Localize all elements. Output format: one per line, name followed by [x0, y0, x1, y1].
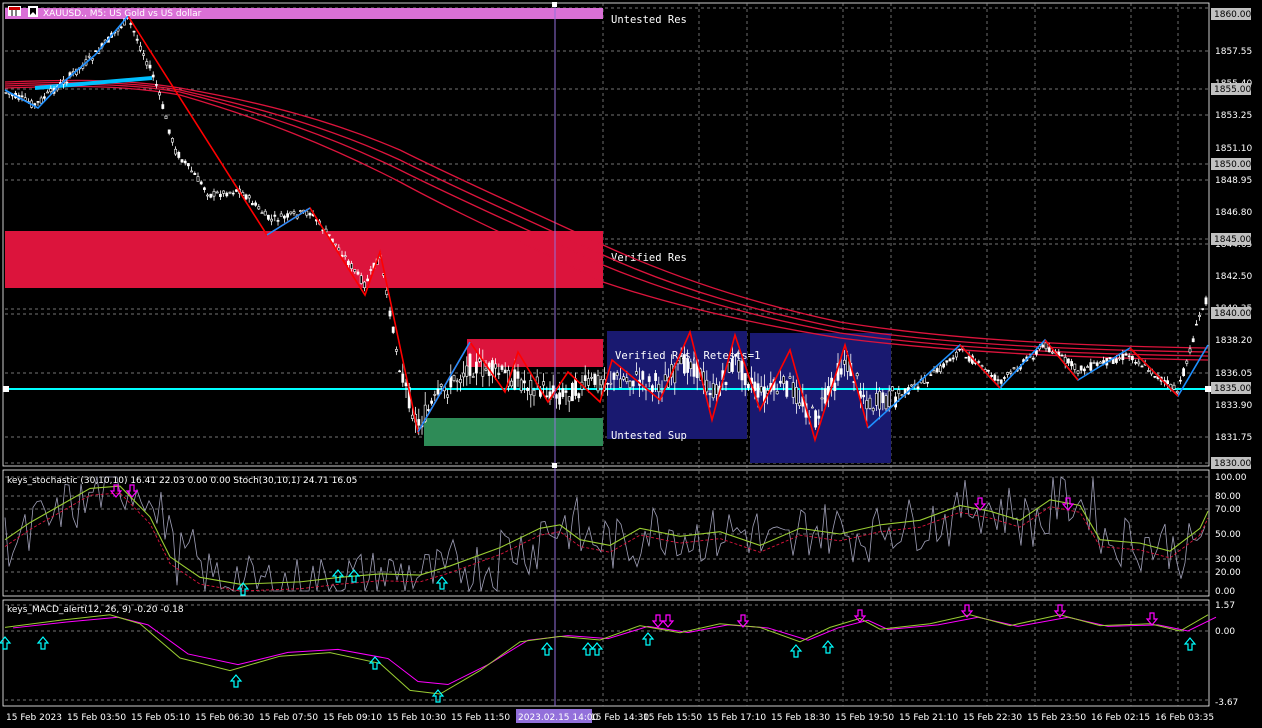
price-axis: 1857.551855.401853.251851.101848.951846.… — [1211, 8, 1252, 708]
buy-arrow-icon — [0, 636, 12, 650]
price-level-label: 1830.00 — [1214, 459, 1251, 469]
price-level-label: 1855.00 — [1214, 85, 1251, 95]
untested-sup-zone[interactable] — [424, 418, 603, 446]
price-axis-label: 1848.95 — [1215, 176, 1252, 186]
symbol-title: XAUUSD., M5: US Gold vs US dollar — [43, 9, 202, 19]
macd-title: keys_MACD_alert(12, 26, 9) -0.20 -0.18 — [7, 605, 184, 615]
stoch-axis-label: 0.00 — [1215, 587, 1235, 597]
untested-res-label: Untested Res — [611, 14, 687, 26]
time-axis-label: 15 Feb 05:10 — [131, 713, 190, 723]
price-axis-label: 1833.90 — [1215, 401, 1252, 411]
time-axis-label: 15 Feb 22:30 — [963, 713, 1022, 723]
price-level-label: 1860.00 — [1214, 10, 1251, 20]
stoch-axis-label: 100.00 — [1215, 473, 1247, 483]
price-axis-label: 1836.05 — [1215, 369, 1252, 379]
stoch-axis-label: 80.00 — [1215, 492, 1241, 502]
macd-axis-label: 1.57 — [1215, 601, 1235, 611]
price-axis-label: 1838.20 — [1215, 336, 1252, 346]
time-axis-label: 15 Feb 18:30 — [771, 713, 830, 723]
time-axis-label: 16 Feb 03:35 — [1155, 713, 1214, 723]
trading-chart[interactable]: Untested Res Verified Res Verified Res, … — [0, 0, 1262, 728]
time-axis: 15 Feb 2023 15 Feb 03:50 15 Feb 05:10 15 Fe… — [6, 713, 1214, 723]
price-level-label: 1840.00 — [1214, 309, 1251, 319]
cursor-time-label: 2023.02.15 14:00 — [518, 713, 599, 723]
price-axis-label: 1842.50 — [1215, 272, 1252, 282]
time-axis-label: 15 Feb 07:50 — [259, 713, 318, 723]
zigzag — [4, 15, 1209, 443]
cursor-handle-bottom[interactable] — [552, 463, 557, 468]
verified-res-zone[interactable] — [5, 231, 603, 288]
stoch-axis-label: 70.00 — [1215, 505, 1241, 515]
price-candles — [4, 15, 1208, 436]
stoch-axis-label: 50.00 — [1215, 530, 1241, 540]
macd-panel-frame — [2, 599, 1210, 707]
price-level-label: 1835.00 — [1214, 384, 1251, 394]
buy-arrow-icon — [368, 656, 382, 670]
time-axis-label: 15 Feb 09:10 — [323, 713, 382, 723]
buy-arrow-icon — [229, 674, 243, 688]
price-axis-label: 1853.25 — [1215, 111, 1252, 121]
time-axis-label: 15 Feb 23:50 — [1027, 713, 1086, 723]
time-axis-label: 15 Feb 03:50 — [67, 713, 126, 723]
sell-arrow-icon — [651, 614, 665, 628]
line-handle-left[interactable] — [3, 386, 9, 392]
macd-indicator — [0, 604, 1217, 703]
stochastic-indicator — [4, 476, 1209, 596]
time-axis-label: 15 Feb 14:30 — [590, 713, 649, 723]
moving-averages — [4, 79, 1209, 361]
price-level-label: 1845.00 — [1214, 235, 1251, 245]
price-axis-label: 1831.75 — [1215, 433, 1252, 443]
time-axis-label: 15 Feb 17:10 — [707, 713, 766, 723]
cursor-handle-top[interactable] — [552, 2, 557, 7]
sell-arrow-icon — [1145, 612, 1159, 626]
line-handle-right[interactable] — [1205, 386, 1211, 392]
buy-arrow-icon — [435, 576, 449, 590]
time-axis-label: 15 Feb 21:10 — [899, 713, 958, 723]
buy-arrow-icon — [540, 642, 554, 656]
buy-arrow-icon — [641, 632, 655, 646]
time-axis-label: 15 Feb 19:50 — [835, 713, 894, 723]
chart-grid-icon — [8, 6, 21, 16]
bookmark-icon[interactable] — [28, 6, 38, 17]
time-axis-label: 16 Feb 02:15 — [1091, 713, 1150, 723]
price-axis-label: 1846.80 — [1215, 208, 1252, 218]
time-axis-label: 15 Feb 06:30 — [195, 713, 254, 723]
buy-arrow-icon — [590, 642, 604, 656]
sell-arrow-icon — [661, 614, 675, 628]
stoch-axis-label: 30.00 — [1215, 555, 1241, 565]
stoch-axis-label: 20.00 — [1215, 568, 1241, 578]
time-axis-label: 15 Feb 2023 — [6, 713, 62, 723]
macd-axis-label: -3.67 — [1215, 698, 1238, 708]
price-level-label: 1850.00 — [1214, 160, 1251, 170]
stoch-panel-frame — [2, 469, 1210, 597]
buy-arrow-icon — [821, 640, 835, 654]
macd-axis-label: 0.00 — [1215, 627, 1235, 637]
buy-arrow-icon — [36, 636, 50, 650]
time-axis-label: 15 Feb 10:30 — [387, 713, 446, 723]
stoch-title: keys_stochastic (30,10,10) 16.41 22.03 0… — [7, 476, 357, 486]
time-axis-label: 15 Feb 11:50 — [451, 713, 510, 723]
price-axis-label: 1857.55 — [1215, 47, 1252, 57]
time-axis-label: 15 Feb 15:50 — [643, 713, 702, 723]
price-axis-label: 1851.10 — [1215, 144, 1252, 154]
untested-sup-label: Untested Sup — [611, 430, 687, 442]
buy-arrow-icon — [789, 644, 803, 658]
buy-arrow-icon — [1183, 637, 1197, 651]
verified-res-retest-zone[interactable] — [467, 339, 603, 367]
